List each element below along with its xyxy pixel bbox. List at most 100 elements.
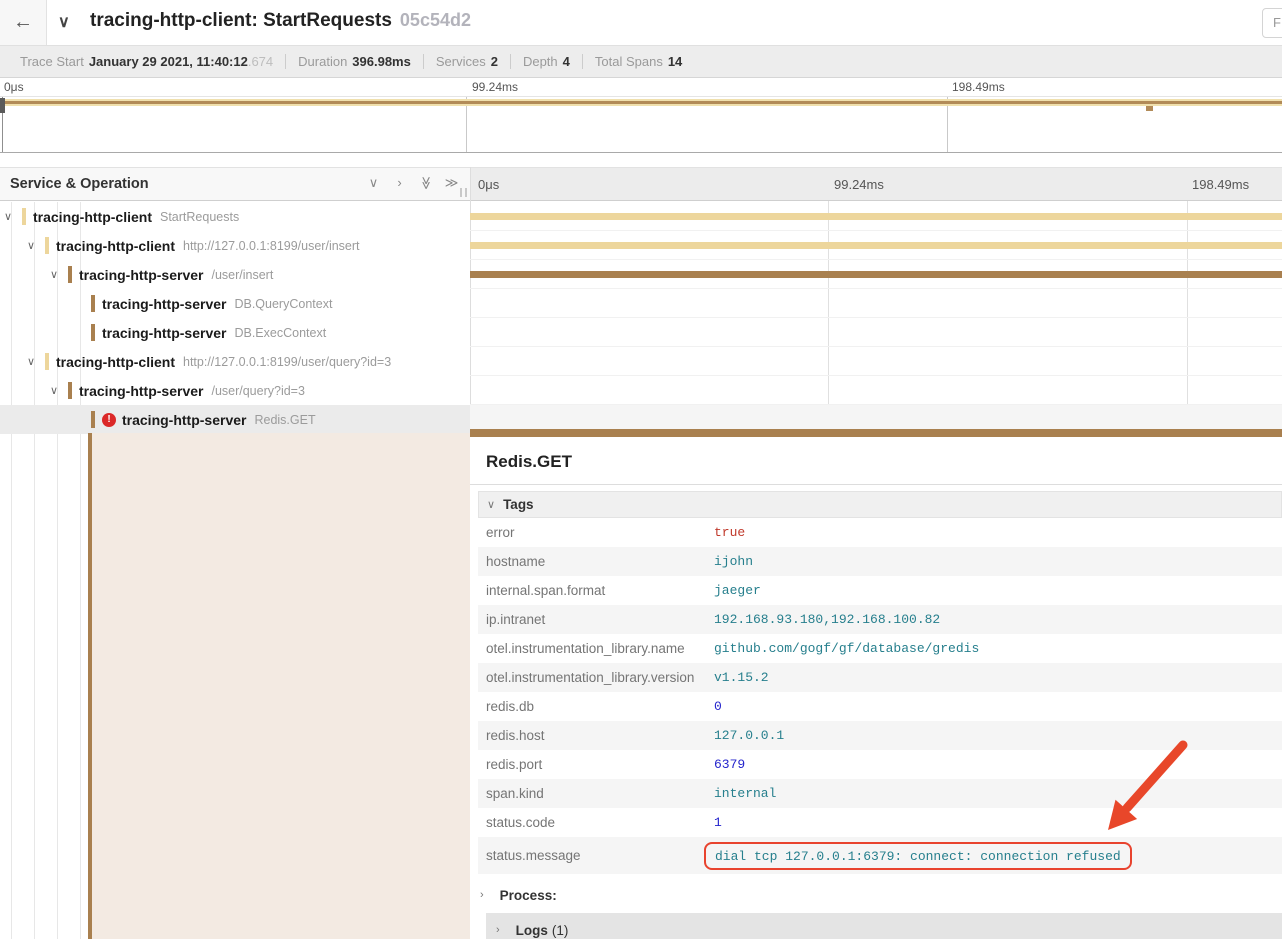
timeline-header: 0μs 99.24ms 198.49ms bbox=[470, 167, 1282, 201]
tags-accordion-header[interactable]: ∨ Tags bbox=[478, 491, 1282, 518]
minimap-tick-labels: 0μs 99.24ms 198.49ms bbox=[0, 80, 1282, 95]
span-row-user-insert-server[interactable]: ∨ tracing-http-server /user/insert bbox=[0, 260, 1282, 289]
collapse-all-icon[interactable]: ≫ bbox=[417, 176, 433, 190]
trace-total-spans: Total Spans14 bbox=[582, 54, 694, 69]
tag-row-redis-db: redis.db 0 bbox=[478, 692, 1282, 721]
back-arrow-icon: ← bbox=[13, 11, 33, 33]
chevron-down-icon[interactable]: ∨ bbox=[50, 384, 68, 397]
tag-row-redis-host: redis.host 127.0.0.1 bbox=[478, 721, 1282, 750]
chevron-down-icon[interactable]: ∨ bbox=[27, 355, 45, 368]
trace-start: Trace StartJanuary 29 2021, 11:40:12.674 bbox=[8, 54, 285, 69]
span-service: tracing-http-server bbox=[122, 412, 246, 428]
tag-row-otel-lib-name: otel.instrumentation_library.name github… bbox=[478, 634, 1282, 663]
span-color-chip bbox=[45, 353, 49, 370]
timeline-tick-0: 0μs bbox=[478, 177, 499, 192]
chevron-down-icon[interactable]: ∨ bbox=[50, 268, 68, 281]
span-bar[interactable] bbox=[470, 271, 1282, 278]
trace-collapse-toggle[interactable]: ∨ bbox=[58, 12, 70, 32]
back-button[interactable]: ← bbox=[0, 0, 47, 45]
span-bar[interactable] bbox=[470, 242, 1282, 249]
expand-one-icon[interactable]: › bbox=[392, 175, 407, 191]
page-title: tracing-http-client: StartRequests 05c54d… bbox=[90, 10, 471, 32]
chevron-down-icon: ∨ bbox=[58, 14, 70, 31]
timeline-tick-1: 99.24ms bbox=[834, 177, 884, 192]
span-service: tracing-http-server bbox=[79, 267, 203, 283]
logs-label: Logs bbox=[516, 923, 548, 938]
chevron-right-icon: › bbox=[480, 889, 484, 901]
tag-row-hostname: hostname ijohn bbox=[478, 547, 1282, 576]
trace-services: Services2 bbox=[423, 54, 510, 69]
column-resize-grip[interactable] bbox=[460, 188, 467, 197]
tag-row-status-message: status.message dial tcp 127.0.0.1:6379: … bbox=[478, 837, 1282, 874]
error-icon: ! bbox=[102, 413, 116, 427]
minimap-tick-2: 198.49ms bbox=[952, 80, 1005, 94]
span-color-chip bbox=[22, 208, 26, 225]
span-service: tracing-http-server bbox=[79, 383, 203, 399]
process-accordion-header[interactable]: › Process: bbox=[470, 880, 1282, 910]
span-service: tracing-http-client bbox=[33, 209, 152, 225]
trace-id-short: 05c54d2 bbox=[400, 10, 471, 30]
trace-title-text: tracing-http-client: StartRequests bbox=[90, 10, 392, 31]
span-service: tracing-http-client bbox=[56, 238, 175, 254]
jaeger-trace-view: ← ∨ tracing-http-client: StartRequests 05… bbox=[0, 0, 1282, 939]
span-operation: DB.QueryContext bbox=[234, 297, 332, 311]
process-label: Process: bbox=[500, 888, 557, 903]
span-service: tracing-http-server bbox=[102, 325, 226, 341]
chevron-down-icon[interactable]: ∨ bbox=[4, 210, 22, 223]
logs-count: (1) bbox=[552, 923, 569, 938]
minimap-tick-0: 0μs bbox=[4, 80, 24, 94]
minimap-short-span-mark bbox=[1146, 106, 1153, 111]
span-color-chip bbox=[68, 266, 72, 283]
span-service: tracing-http-server bbox=[102, 296, 226, 312]
selected-span-bar bbox=[470, 429, 1282, 437]
span-row-user-query-client[interactable]: ∨ tracing-http-client http://127.0.0.1:8… bbox=[0, 347, 1282, 376]
annotation-highlight-box: dial tcp 127.0.0.1:6379: connect: connec… bbox=[704, 842, 1132, 870]
tag-row-redis-port: redis.port 6379 bbox=[478, 750, 1282, 779]
collapse-one-icon[interactable]: ∨ bbox=[366, 175, 381, 191]
span-color-chip bbox=[91, 295, 95, 312]
span-rows: ∨ tracing-http-client StartRequests ∨ tr… bbox=[0, 202, 1282, 434]
timeline-tick-2: 198.49ms bbox=[1192, 177, 1249, 192]
chevron-right-icon: › bbox=[496, 924, 500, 936]
logs-accordion-header[interactable]: › Logs (1) bbox=[486, 913, 1282, 939]
trace-depth: Depth4 bbox=[510, 54, 582, 69]
span-operation: DB.ExecContext bbox=[234, 326, 326, 340]
span-operation: Redis.GET bbox=[254, 413, 315, 427]
span-row-user-insert-client[interactable]: ∨ tracing-http-client http://127.0.0.1:8… bbox=[0, 231, 1282, 260]
trace-minimap[interactable] bbox=[0, 96, 1282, 153]
detail-left-tint bbox=[92, 433, 470, 939]
span-row-db-querycontext[interactable]: tracing-http-server DB.QueryContext bbox=[0, 289, 1282, 318]
tag-row-status-code: status.code 1 bbox=[478, 808, 1282, 837]
span-color-chip bbox=[91, 324, 95, 341]
span-color-chip bbox=[45, 237, 49, 254]
span-bar[interactable] bbox=[470, 213, 1282, 220]
span-list-header: Service & Operation ∨ › ≫ ≫ bbox=[0, 167, 470, 201]
tags-table: error true hostname ijohn internal.span.… bbox=[478, 518, 1282, 874]
chevron-down-icon: ∨ bbox=[487, 498, 495, 511]
span-service: tracing-http-client bbox=[56, 354, 175, 370]
expand-all-icon[interactable]: ≫ bbox=[444, 175, 459, 191]
trace-summary-bar: Trace StartJanuary 29 2021, 11:40:12.674… bbox=[0, 46, 1282, 78]
tag-row-span-kind: span.kind internal bbox=[478, 779, 1282, 808]
span-row-user-query-server[interactable]: ∨ tracing-http-server /user/query?id=3 bbox=[0, 376, 1282, 405]
tag-row-ip-intranet: ip.intranet 192.168.93.180,192.168.100.8… bbox=[478, 605, 1282, 634]
detail-span-title: Redis.GET bbox=[470, 437, 1282, 485]
span-color-chip bbox=[91, 411, 95, 428]
span-operation: /user/query?id=3 bbox=[211, 384, 304, 398]
span-color-chip bbox=[68, 382, 72, 399]
span-detail-panel: Redis.GET ∨ Tags error true hostname ijo… bbox=[470, 437, 1282, 939]
span-operation: http://127.0.0.1:8199/user/query?id=3 bbox=[183, 355, 391, 369]
chevron-down-icon[interactable]: ∨ bbox=[27, 239, 45, 252]
minimap-server-spans-band bbox=[0, 101, 1282, 104]
minimap-scrubber-handle[interactable] bbox=[0, 98, 5, 113]
service-operation-header: Service & Operation bbox=[10, 176, 149, 192]
span-operation: StartRequests bbox=[160, 210, 239, 224]
top-bar: ← ∨ tracing-http-client: StartRequests 05… bbox=[0, 0, 1282, 46]
span-row-db-execcontext[interactable]: tracing-http-server DB.ExecContext bbox=[0, 318, 1282, 347]
minimap-tick-1: 99.24ms bbox=[472, 80, 518, 94]
tag-row-internal-span-format: internal.span.format jaeger bbox=[478, 576, 1282, 605]
span-operation: http://127.0.0.1:8199/user/insert bbox=[183, 239, 360, 253]
find-button[interactable]: F bbox=[1262, 8, 1282, 38]
span-row-startrequests[interactable]: ∨ tracing-http-client StartRequests bbox=[0, 202, 1282, 231]
tag-row-error: error true bbox=[478, 518, 1282, 547]
